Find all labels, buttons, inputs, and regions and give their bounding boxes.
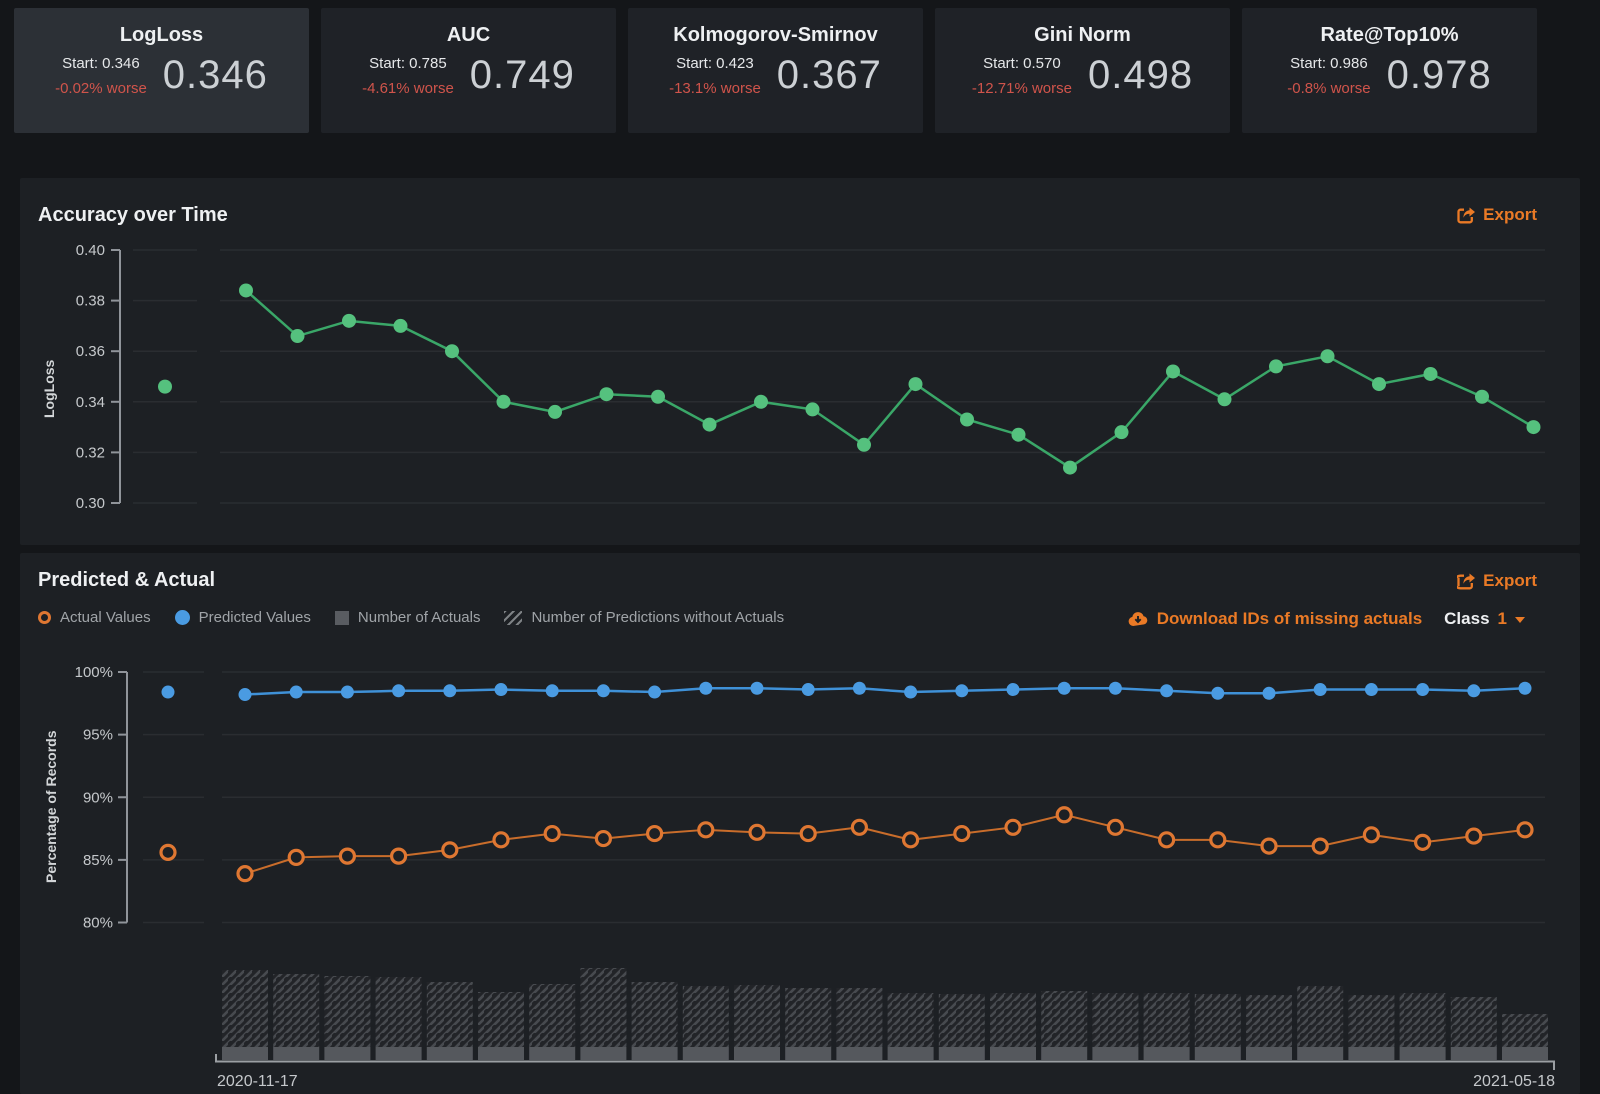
chevron-down-icon xyxy=(1515,617,1525,623)
metric-card-title: Gini Norm xyxy=(1034,24,1131,47)
svg-text:90%: 90% xyxy=(83,789,113,806)
legend-predicted-values[interactable]: Predicted Values xyxy=(175,609,311,626)
panel-title-predicted-actual: Predicted & Actual xyxy=(38,569,215,592)
panel-title-accuracy: Accuracy over Time xyxy=(38,204,228,227)
svg-text:0.36: 0.36 xyxy=(76,343,105,360)
download-missing-actuals-label: Download IDs of missing actuals xyxy=(1157,609,1422,629)
svg-text:0.32: 0.32 xyxy=(76,444,105,461)
export-button[interactable]: Export xyxy=(1457,205,1537,225)
metric-card-rate-top10[interactable]: Rate@Top10% Start: 0.986 -0.8% worse 0.9… xyxy=(1242,8,1537,133)
chart-legend: Actual Values Predicted Values Number of… xyxy=(38,609,784,626)
class-selector[interactable]: Class 1 xyxy=(1444,609,1525,629)
svg-text:95%: 95% xyxy=(83,727,113,744)
legend-number-of-actuals[interactable]: Number of Actuals xyxy=(335,609,481,626)
svg-text:0.40: 0.40 xyxy=(76,242,105,259)
metric-card-title: LogLoss xyxy=(120,24,203,47)
metric-current-value: 0.498 xyxy=(1088,53,1193,98)
class-selector-value: 1 xyxy=(1498,609,1507,629)
predicted-actual-chart[interactable]: 100% 95% 90% 85% 80% Percentage of Records 202… xyxy=(20,553,1580,1094)
legend-predictions-without-actuals[interactable]: Number of Predictions without Actuals xyxy=(504,609,784,626)
metric-start-value: Start: 0.785 xyxy=(369,55,447,72)
accuracy-over-time-panel: 0.40 0.38 0.36 0.34 0.32 0.30 LogLoss Accuracy… xyxy=(20,178,1580,545)
metric-start-value: Start: 0.570 xyxy=(983,55,1061,72)
svg-text:2021-05-18: 2021-05-18 xyxy=(1473,1073,1555,1090)
open-circle-icon xyxy=(38,611,51,624)
legend-label: Predicted Values xyxy=(199,609,311,626)
metric-delta: -4.61% worse xyxy=(362,80,454,97)
metric-card-gini-norm[interactable]: Gini Norm Start: 0.570 -12.71% worse 0.4… xyxy=(935,8,1230,133)
export-button[interactable]: Export xyxy=(1457,571,1537,591)
svg-text:80%: 80% xyxy=(83,915,113,932)
metric-current-value: 0.749 xyxy=(470,53,575,98)
metric-current-value: 0.367 xyxy=(777,53,882,98)
export-label: Export xyxy=(1483,571,1537,591)
filled-circle-icon xyxy=(175,610,190,625)
metric-start-value: Start: 0.986 xyxy=(1290,55,1368,72)
metric-delta: -12.71% worse xyxy=(972,80,1072,97)
svg-text:0.30: 0.30 xyxy=(76,495,105,512)
metric-cards-row: LogLoss Start: 0.346 -0.02% worse 0.346 … xyxy=(14,8,1537,133)
svg-text:85%: 85% xyxy=(83,852,113,869)
cloud-download-icon xyxy=(1127,611,1149,627)
export-label: Export xyxy=(1483,205,1537,225)
svg-text:0.34: 0.34 xyxy=(76,394,105,411)
legend-actual-values[interactable]: Actual Values xyxy=(38,609,151,626)
svg-text:2020-11-17: 2020-11-17 xyxy=(217,1073,298,1090)
export-icon xyxy=(1457,206,1476,224)
svg-text:100%: 100% xyxy=(75,664,113,681)
class-selector-label: Class xyxy=(1444,609,1489,629)
metric-delta: -0.02% worse xyxy=(55,80,147,97)
metric-card-title: Rate@Top10% xyxy=(1320,24,1458,47)
square-icon xyxy=(335,611,349,625)
metric-delta: -13.1% worse xyxy=(669,80,761,97)
metric-current-value: 0.978 xyxy=(1387,53,1492,98)
metric-start-value: Start: 0.346 xyxy=(62,55,140,72)
predicted-actual-controls: Download IDs of missing actuals Class 1 xyxy=(1127,609,1525,629)
legend-label: Number of Predictions without Actuals xyxy=(531,609,784,626)
hatch-icon xyxy=(504,611,522,625)
svg-text:LogLoss: LogLoss xyxy=(41,359,57,418)
metric-card-kolmogorov-smirnov[interactable]: Kolmogorov-Smirnov Start: 0.423 -13.1% w… xyxy=(628,8,923,133)
legend-label: Number of Actuals xyxy=(358,609,481,626)
svg-text:Percentage of Records: Percentage of Records xyxy=(43,730,59,883)
metric-card-auc[interactable]: AUC Start: 0.785 -4.61% worse 0.749 xyxy=(321,8,616,133)
download-missing-actuals-button[interactable]: Download IDs of missing actuals xyxy=(1127,609,1422,629)
legend-label: Actual Values xyxy=(60,609,151,626)
metric-start-value: Start: 0.423 xyxy=(676,55,754,72)
metric-current-value: 0.346 xyxy=(163,53,268,98)
metric-delta: -0.8% worse xyxy=(1287,80,1370,97)
metric-card-title: AUC xyxy=(447,24,490,47)
svg-text:0.38: 0.38 xyxy=(76,293,105,310)
export-icon xyxy=(1457,572,1476,590)
metric-card-title: Kolmogorov-Smirnov xyxy=(673,24,877,47)
metric-card-logloss[interactable]: LogLoss Start: 0.346 -0.02% worse 0.346 xyxy=(14,8,309,133)
predicted-actual-panel: 100% 95% 90% 85% 80% Percentage of Records 202… xyxy=(20,553,1580,1094)
accuracy-chart[interactable]: 0.40 0.38 0.36 0.34 0.32 0.30 LogLoss xyxy=(20,178,1580,545)
